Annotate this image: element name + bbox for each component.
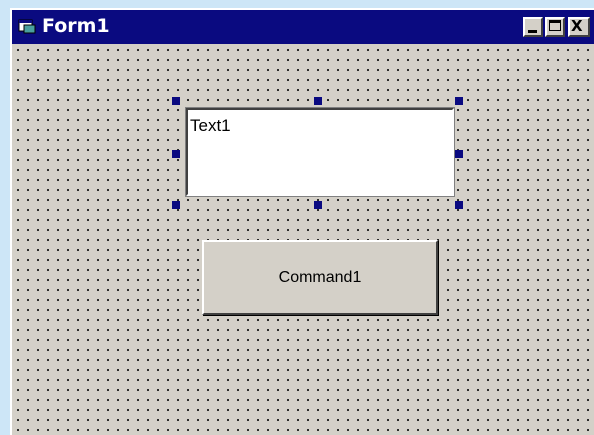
title-bar[interactable]: Form1 X <box>12 10 594 44</box>
window-title: Form1 <box>42 15 110 37</box>
command-button-label: Command1 <box>278 268 362 286</box>
resize-handle-top-right[interactable] <box>455 97 463 105</box>
command1-button[interactable]: Command1 <box>202 240 438 315</box>
minimize-icon <box>528 30 537 33</box>
resize-handle-bottom[interactable] <box>314 201 322 209</box>
close-button[interactable]: X <box>568 17 590 37</box>
form-window: Form1 X Text1 Command1 <box>10 8 594 435</box>
minimize-button[interactable] <box>523 17 543 37</box>
close-icon: X <box>571 17 583 35</box>
form-design-surface[interactable]: Text1 Command1 <box>12 44 594 435</box>
maximize-icon <box>549 20 561 31</box>
resize-handle-top[interactable] <box>314 97 322 105</box>
form-icon <box>18 18 36 34</box>
resize-handle-bottom-right[interactable] <box>455 201 463 209</box>
resize-handle-right[interactable] <box>455 150 463 158</box>
textbox-value: Text1 <box>190 116 231 135</box>
resize-handle-bottom-left[interactable] <box>172 201 180 209</box>
resize-handle-left[interactable] <box>172 150 180 158</box>
resize-handle-top-left[interactable] <box>172 97 180 105</box>
maximize-button[interactable] <box>545 17 565 37</box>
text1-textbox[interactable]: Text1 <box>185 107 455 197</box>
